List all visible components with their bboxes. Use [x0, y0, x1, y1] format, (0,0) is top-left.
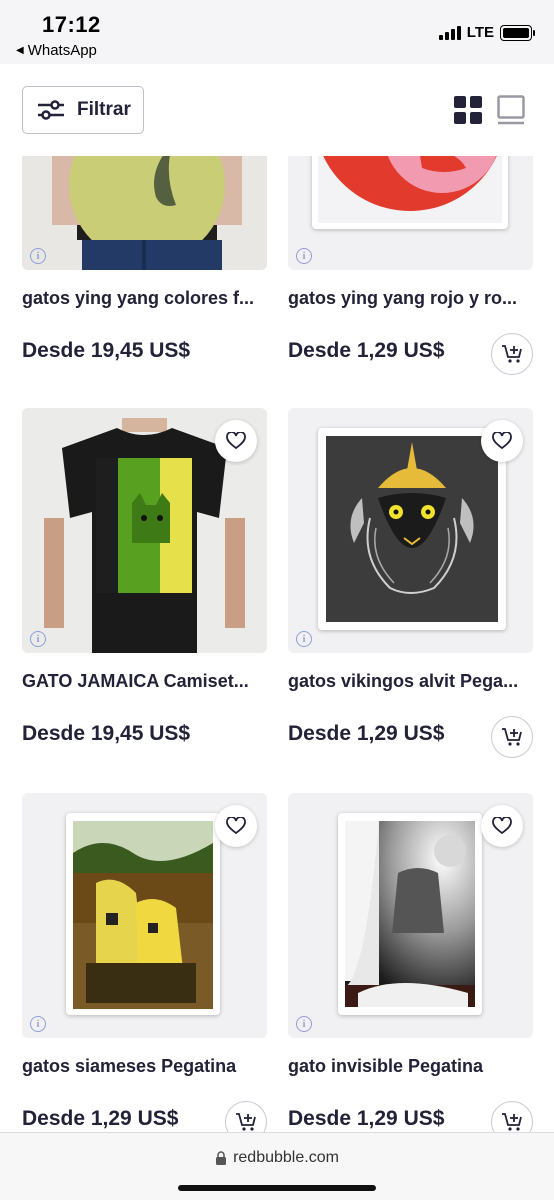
- signal-icon: [438, 25, 461, 40]
- product-card[interactable]: i gatos siameses Pegatina Desde 1,29 US$: [22, 793, 267, 1132]
- lock-icon: [216, 1150, 227, 1165]
- back-app-label: WhatsApp: [27, 42, 97, 59]
- info-icon[interactable]: i: [30, 248, 46, 264]
- product-price: Desde 19,45 US$: [22, 339, 191, 362]
- info-icon[interactable]: i: [296, 631, 312, 647]
- clock-time: 17:12: [42, 12, 101, 37]
- product-image[interactable]: i: [288, 156, 533, 270]
- favorite-button[interactable]: [215, 805, 257, 847]
- info-icon[interactable]: i: [296, 1016, 312, 1032]
- product-card[interactable]: i GATO JAMAICA Camiset... Desde 19,45 US…: [22, 408, 267, 746]
- favorite-button[interactable]: [215, 420, 257, 462]
- grid-view-icon[interactable]: [454, 96, 482, 124]
- info-icon[interactable]: i: [30, 631, 46, 647]
- product-price: Desde 19,45 US$: [22, 722, 191, 745]
- product-image[interactable]: i: [22, 793, 267, 1038]
- product-card[interactable]: i gatos ying yang colores f... Desde 19,…: [22, 156, 267, 363]
- cart-plus-icon: [236, 1113, 256, 1131]
- product-title[interactable]: gatos vikingos alvit Pega...: [288, 671, 533, 692]
- filter-button[interactable]: Filtrar: [22, 86, 144, 134]
- cart-plus-icon: [502, 345, 522, 363]
- add-to-cart-button[interactable]: [225, 1101, 267, 1132]
- results-toolbar: Filtrar: [0, 64, 554, 156]
- add-to-cart-button[interactable]: [491, 333, 533, 375]
- back-to-app-link[interactable]: ◀ WhatsApp: [16, 42, 97, 59]
- battery-icon: [500, 24, 535, 41]
- status-bar: 17:12 ◀ WhatsApp LTE: [0, 0, 554, 64]
- product-title[interactable]: gato invisible Pegatina: [288, 1056, 533, 1077]
- cart-plus-icon: [502, 1113, 522, 1131]
- tshirt-image: [52, 156, 242, 270]
- add-to-cart-button[interactable]: [491, 716, 533, 758]
- url-text: redbubble.com: [233, 1149, 339, 1166]
- heart-icon: [226, 817, 246, 835]
- heart-icon: [492, 432, 512, 450]
- sticker-frame: [312, 156, 508, 229]
- favorite-button[interactable]: [481, 420, 523, 462]
- url-display[interactable]: redbubble.com: [0, 1149, 554, 1167]
- info-icon[interactable]: i: [30, 1016, 46, 1032]
- sliders-icon: [38, 100, 64, 120]
- product-grid: i gatos ying yang colores f... Desde 19,…: [0, 156, 554, 1132]
- info-icon[interactable]: i: [296, 248, 312, 264]
- product-title[interactable]: gatos siameses Pegatina: [22, 1056, 267, 1077]
- status-indicators: LTE: [438, 24, 535, 41]
- browser-address-bar[interactable]: redbubble.com: [0, 1132, 554, 1200]
- sticker-frame: [338, 813, 482, 1015]
- product-image[interactable]: i: [288, 408, 533, 653]
- product-image[interactable]: i: [22, 156, 267, 270]
- sticker-frame: [318, 428, 506, 630]
- heart-icon: [492, 817, 512, 835]
- product-card[interactable]: i gatos ying yang rojo y ro... Desde 1,2…: [288, 156, 533, 375]
- single-view-icon[interactable]: [497, 95, 525, 125]
- favorite-button[interactable]: [481, 805, 523, 847]
- back-arrow-icon: ◀: [16, 45, 24, 56]
- product-title[interactable]: gatos ying yang rojo y ro...: [288, 288, 533, 309]
- product-image[interactable]: i: [288, 793, 533, 1038]
- sticker-frame: [66, 813, 220, 1015]
- network-type: LTE: [466, 24, 494, 41]
- product-image[interactable]: i: [22, 408, 267, 653]
- add-to-cart-button[interactable]: [491, 1101, 533, 1132]
- product-card[interactable]: i gato invisible Pegatina Desde 1,29 US$: [288, 793, 533, 1132]
- filter-label: Filtrar: [77, 99, 131, 120]
- product-card[interactable]: i gatos vikingos alvit Pega... Desde 1,2…: [288, 408, 533, 758]
- home-indicator[interactable]: [178, 1185, 376, 1191]
- product-title[interactable]: GATO JAMAICA Camiset...: [22, 671, 267, 692]
- product-title[interactable]: gatos ying yang colores f...: [22, 288, 267, 309]
- heart-icon: [226, 432, 246, 450]
- cart-plus-icon: [502, 728, 522, 746]
